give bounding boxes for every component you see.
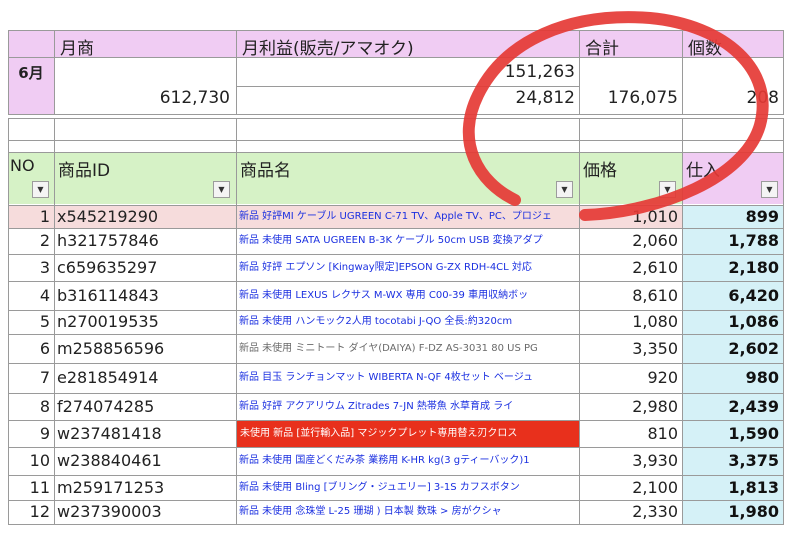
red-annotation-circle-icon	[462, 11, 769, 221]
spreadsheet: 6月 月商 月利益(販売/アマオク) 合計 個数 612,730 151,263…	[0, 0, 791, 535]
